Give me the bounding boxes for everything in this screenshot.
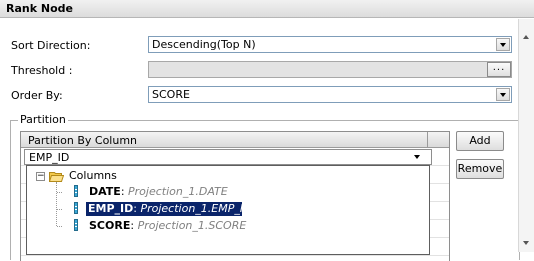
order-by-value: SCORE xyxy=(152,88,190,101)
partition-by-column-header[interactable]: Partition By Column xyxy=(28,134,137,147)
scroll-down-button[interactable] xyxy=(520,237,533,250)
panel-title: Rank Node xyxy=(6,2,73,15)
panel-header: Rank Node xyxy=(0,0,534,18)
arrow-up-icon xyxy=(523,35,529,39)
partition-group-label: Partition xyxy=(18,113,68,126)
folder-open-icon xyxy=(49,172,64,182)
threshold-field[interactable] xyxy=(148,61,512,78)
tree-connector xyxy=(56,182,57,226)
tree-connector xyxy=(57,226,62,227)
partition-column-select[interactable]: EMP_ID xyxy=(24,149,432,165)
row-divider xyxy=(21,255,449,256)
sort-direction-value: Descending(Top N) xyxy=(152,38,256,51)
tree-folder-columns[interactable]: Columns xyxy=(69,169,117,183)
column-icon xyxy=(74,219,78,231)
add-button[interactable]: Add xyxy=(456,131,504,151)
order-by-select[interactable]: SCORE xyxy=(148,86,512,103)
column-icon xyxy=(74,202,78,214)
order-by-label: Order By: xyxy=(11,89,63,102)
tree-item-emp-id[interactable]: EMP_ID: Projection_1.EMP_IC xyxy=(86,202,242,216)
tree-item-date[interactable]: DATE: Projection_1.DATE xyxy=(87,185,230,199)
vertical-scrollbar[interactable] xyxy=(518,19,534,252)
sort-direction-select[interactable]: Descending(Top N) xyxy=(148,36,512,53)
remove-button[interactable]: Remove xyxy=(456,159,504,179)
arrow-down-icon xyxy=(523,241,529,245)
partition-column-value: EMP_ID xyxy=(29,151,70,164)
tree-connector xyxy=(57,192,62,193)
threshold-browse-button[interactable]: ... xyxy=(487,62,511,77)
column-icon xyxy=(74,185,78,197)
chevron-down-icon xyxy=(500,93,506,97)
collapse-toggle-icon[interactable]: − xyxy=(36,172,45,181)
chevron-down-icon[interactable] xyxy=(414,155,420,159)
grid-header: Partition By Column xyxy=(21,132,449,148)
scroll-up-button[interactable] xyxy=(520,31,533,44)
sort-direction-label: Sort Direction: xyxy=(11,39,91,52)
threshold-label: Threshold : xyxy=(11,64,73,77)
sort-direction-dropdown-button[interactable] xyxy=(496,38,510,51)
order-by-dropdown-button[interactable] xyxy=(496,88,510,101)
chevron-down-icon xyxy=(500,43,506,47)
column-separator xyxy=(427,132,428,148)
tree-connector xyxy=(57,209,62,210)
tree-item-score[interactable]: SCORE: Projection_1.SCORE xyxy=(87,219,248,233)
